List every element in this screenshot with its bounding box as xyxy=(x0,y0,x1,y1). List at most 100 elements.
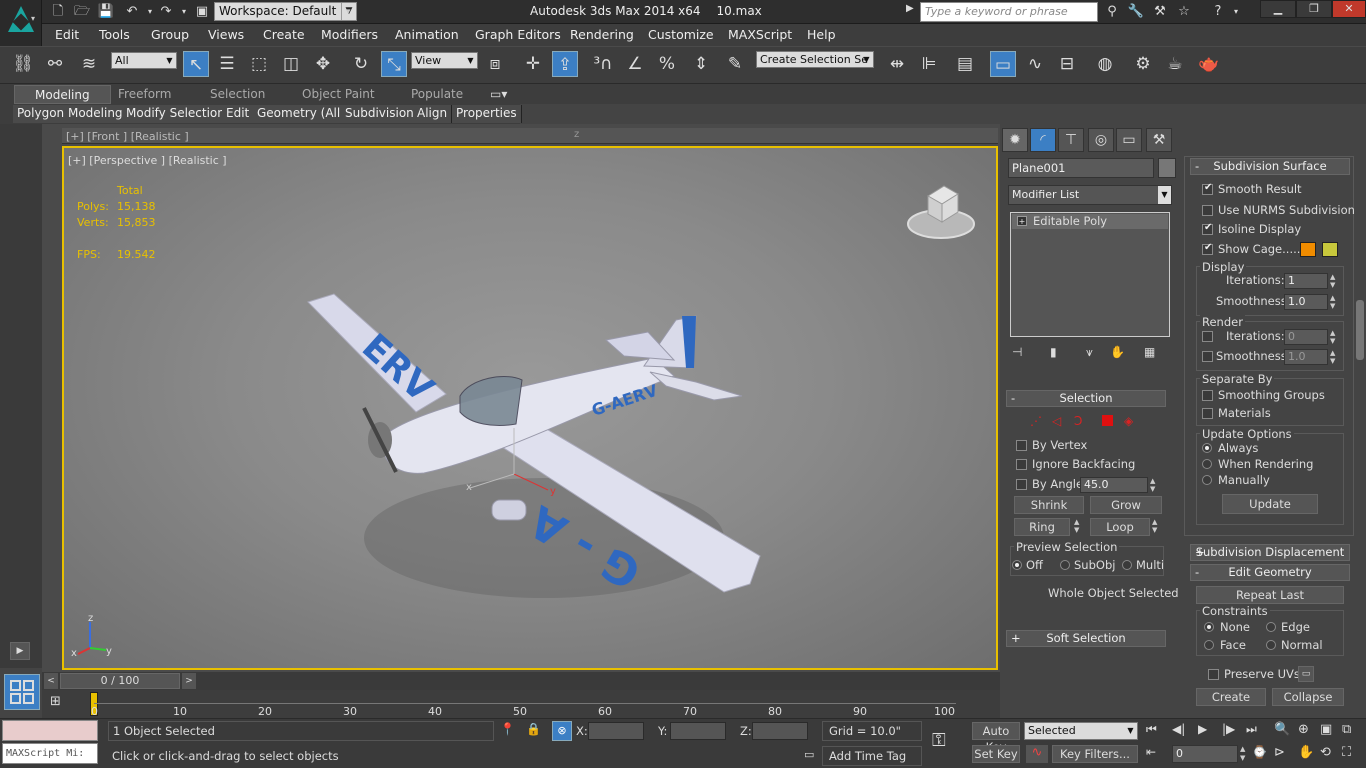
close-button[interactable]: ✕ xyxy=(1332,0,1366,18)
pivot-center-icon[interactable]: ⧈ xyxy=(482,51,508,77)
make-unique-icon[interactable]: ⩛ xyxy=(1086,345,1102,361)
binoculars-icon[interactable]: ⚲ xyxy=(1102,3,1122,21)
constraint-face-radio[interactable] xyxy=(1204,640,1214,650)
grow-button[interactable]: Grow xyxy=(1090,496,1162,514)
quick-access-dropdown-icon[interactable]: ▾ xyxy=(346,3,358,21)
tab-selection[interactable]: Selection xyxy=(210,87,265,101)
stack-item[interactable]: + Editable Poly xyxy=(1012,214,1168,229)
constraint-edge-radio[interactable] xyxy=(1266,622,1276,632)
remove-modifier-icon[interactable]: ✋ xyxy=(1110,345,1126,361)
preserve-uvs-checkbox[interactable] xyxy=(1208,669,1219,680)
snaps-toggle-icon[interactable]: ³∩ xyxy=(590,51,616,77)
menu-views[interactable]: Views xyxy=(208,27,244,42)
update-manually-radio[interactable] xyxy=(1202,475,1212,485)
spinner-arrows-icon[interactable]: ▲ ▼ xyxy=(1330,349,1340,365)
smooth-result-checkbox[interactable] xyxy=(1202,182,1213,195)
time-slider-prev-button[interactable]: < xyxy=(44,673,58,689)
time-slider-handle[interactable]: 0 / 100 xyxy=(60,673,180,689)
ribbon-options-icon[interactable]: ▭▾ xyxy=(490,87,507,101)
panel-edit[interactable]: Edit xyxy=(222,105,255,123)
constraint-none-radio[interactable] xyxy=(1204,622,1214,632)
command-panel-scrollbar[interactable] xyxy=(1356,300,1364,360)
edge-mode-icon[interactable]: ◁ xyxy=(1052,414,1061,428)
panel-subdivision[interactable]: Subdivision xyxy=(341,105,419,123)
zoom-extents-icon[interactable]: ▣ xyxy=(1320,722,1338,740)
element-mode-icon[interactable]: ◈ xyxy=(1124,414,1133,428)
previous-frame-icon[interactable]: ◀| xyxy=(1172,722,1194,740)
menu-create[interactable]: Create xyxy=(263,27,305,42)
open-file-icon[interactable]: 🗁 xyxy=(72,3,92,21)
time-slider-next-button[interactable]: > xyxy=(182,673,196,689)
undo-icon[interactable]: ↶ xyxy=(122,3,142,21)
help-dropdown-icon[interactable]: ▾ xyxy=(1226,3,1246,21)
subscription-icon[interactable]: 🔧 xyxy=(1126,3,1146,21)
orbit-icon[interactable]: ⟲ xyxy=(1320,745,1338,763)
viewport-layout-button[interactable] xyxy=(4,674,40,710)
x-coord-field[interactable] xyxy=(588,722,644,740)
search-expand-icon[interactable]: ▶ xyxy=(906,3,918,21)
align-icon[interactable]: ⊫ xyxy=(916,51,942,77)
selection-rollout-header[interactable]: - Selection xyxy=(1006,390,1166,407)
select-manipulate-icon[interactable]: ✛ xyxy=(520,51,546,77)
maximize-viewport-icon[interactable]: ⛶ xyxy=(1342,745,1360,763)
select-scale-icon[interactable]: ⤡ xyxy=(381,51,407,77)
reference-coordinate-dropdown[interactable]: View ▼ xyxy=(411,52,478,69)
maximize-button[interactable]: ❐ xyxy=(1296,0,1332,18)
spinner-arrows-icon[interactable]: ▲ ▼ xyxy=(1240,745,1250,763)
create-tab-icon[interactable]: ✹ xyxy=(1002,128,1028,152)
spinner-arrows-icon[interactable]: ▲ ▼ xyxy=(1330,273,1340,289)
show-cage-checkbox[interactable] xyxy=(1202,242,1213,255)
save-file-icon[interactable]: 💾 xyxy=(96,3,116,21)
render-smoothness-checkbox[interactable] xyxy=(1202,351,1213,362)
cage-color-2-swatch[interactable] xyxy=(1322,242,1338,257)
panel-align[interactable]: Align xyxy=(413,105,453,123)
panel-properties[interactable]: Properties xyxy=(452,105,522,123)
vertex-mode-icon[interactable]: ⋰ xyxy=(1030,414,1042,428)
time-configuration-icon[interactable]: ⌚ xyxy=(1252,745,1270,763)
render-production-icon[interactable]: 🫖 xyxy=(1196,51,1222,77)
menu-tools[interactable]: Tools xyxy=(99,27,130,42)
by-vertex-checkbox[interactable] xyxy=(1016,440,1027,451)
ribbon-toggle-icon[interactable]: ▭ xyxy=(990,51,1016,77)
preview-subobj-radio[interactable] xyxy=(1060,560,1070,570)
next-frame-icon[interactable]: |▶ xyxy=(1222,722,1244,740)
app-logo-button[interactable]: ▾ xyxy=(0,0,42,46)
help-icon[interactable]: ? xyxy=(1208,3,1228,21)
search-input[interactable]: Type a keyword or phrase xyxy=(920,2,1098,22)
create-button[interactable]: Create xyxy=(1196,688,1266,706)
render-setup-icon[interactable]: ⚙ xyxy=(1130,51,1156,77)
smoothing-groups-checkbox[interactable] xyxy=(1202,390,1213,401)
expand-plus-icon[interactable]: + xyxy=(1017,216,1027,226)
go-to-start-icon[interactable]: ⏮ xyxy=(1146,722,1168,740)
zoom-all-icon[interactable]: ⊕ xyxy=(1298,722,1316,740)
spinner-snap-icon[interactable]: ⇕ xyxy=(688,51,714,77)
viewport-label[interactable]: [+] [Perspective ] [Realistic ] xyxy=(68,154,227,167)
redo-icon[interactable]: ↷ xyxy=(156,3,176,21)
constraint-normal-radio[interactable] xyxy=(1266,640,1276,650)
display-iterations-spinner[interactable]: 1 xyxy=(1284,273,1328,289)
shrink-button[interactable]: Shrink xyxy=(1014,496,1084,514)
y-coord-field[interactable] xyxy=(670,722,726,740)
display-smoothness-spinner[interactable]: 1.0 xyxy=(1284,294,1328,310)
show-end-result-icon[interactable]: ▮ xyxy=(1050,345,1066,361)
loop-spinner-icon[interactable]: ▲ ▼ xyxy=(1152,518,1162,534)
angle-snap-icon[interactable]: ∠ xyxy=(622,51,648,77)
zoom-icon[interactable]: 🔍 xyxy=(1274,722,1292,740)
airplane-model[interactable]: ERV G - A G-AERV y x xyxy=(294,288,774,638)
rectangular-selection-icon[interactable]: ⬚ xyxy=(246,51,272,77)
soft-selection-rollout-header[interactable]: + Soft Selection xyxy=(1006,630,1166,647)
repeat-last-button[interactable]: Repeat Last xyxy=(1196,586,1344,604)
redo-dropdown-icon[interactable]: ▾ xyxy=(174,3,194,21)
add-time-tag-button[interactable]: Add Time Tag xyxy=(822,746,922,766)
update-when-rendering-radio[interactable] xyxy=(1202,459,1212,469)
set-key-button[interactable]: Set Key xyxy=(972,745,1020,763)
select-rotate-icon[interactable]: ↻ xyxy=(348,51,374,77)
update-button[interactable]: Update xyxy=(1222,494,1318,514)
configure-modifier-sets-icon[interactable]: ▦ xyxy=(1144,345,1162,361)
key-curve-icon[interactable]: ∿ xyxy=(1026,745,1048,763)
unlink-icon[interactable]: ⚯ xyxy=(42,51,68,77)
link-icon[interactable]: ⛓ xyxy=(10,51,36,77)
communication-center-icon[interactable]: ⚒ xyxy=(1150,3,1170,21)
modifier-list-dropdown[interactable]: Modifier List ▼ xyxy=(1008,185,1172,205)
go-to-end-icon[interactable]: ⏭ xyxy=(1246,722,1268,740)
